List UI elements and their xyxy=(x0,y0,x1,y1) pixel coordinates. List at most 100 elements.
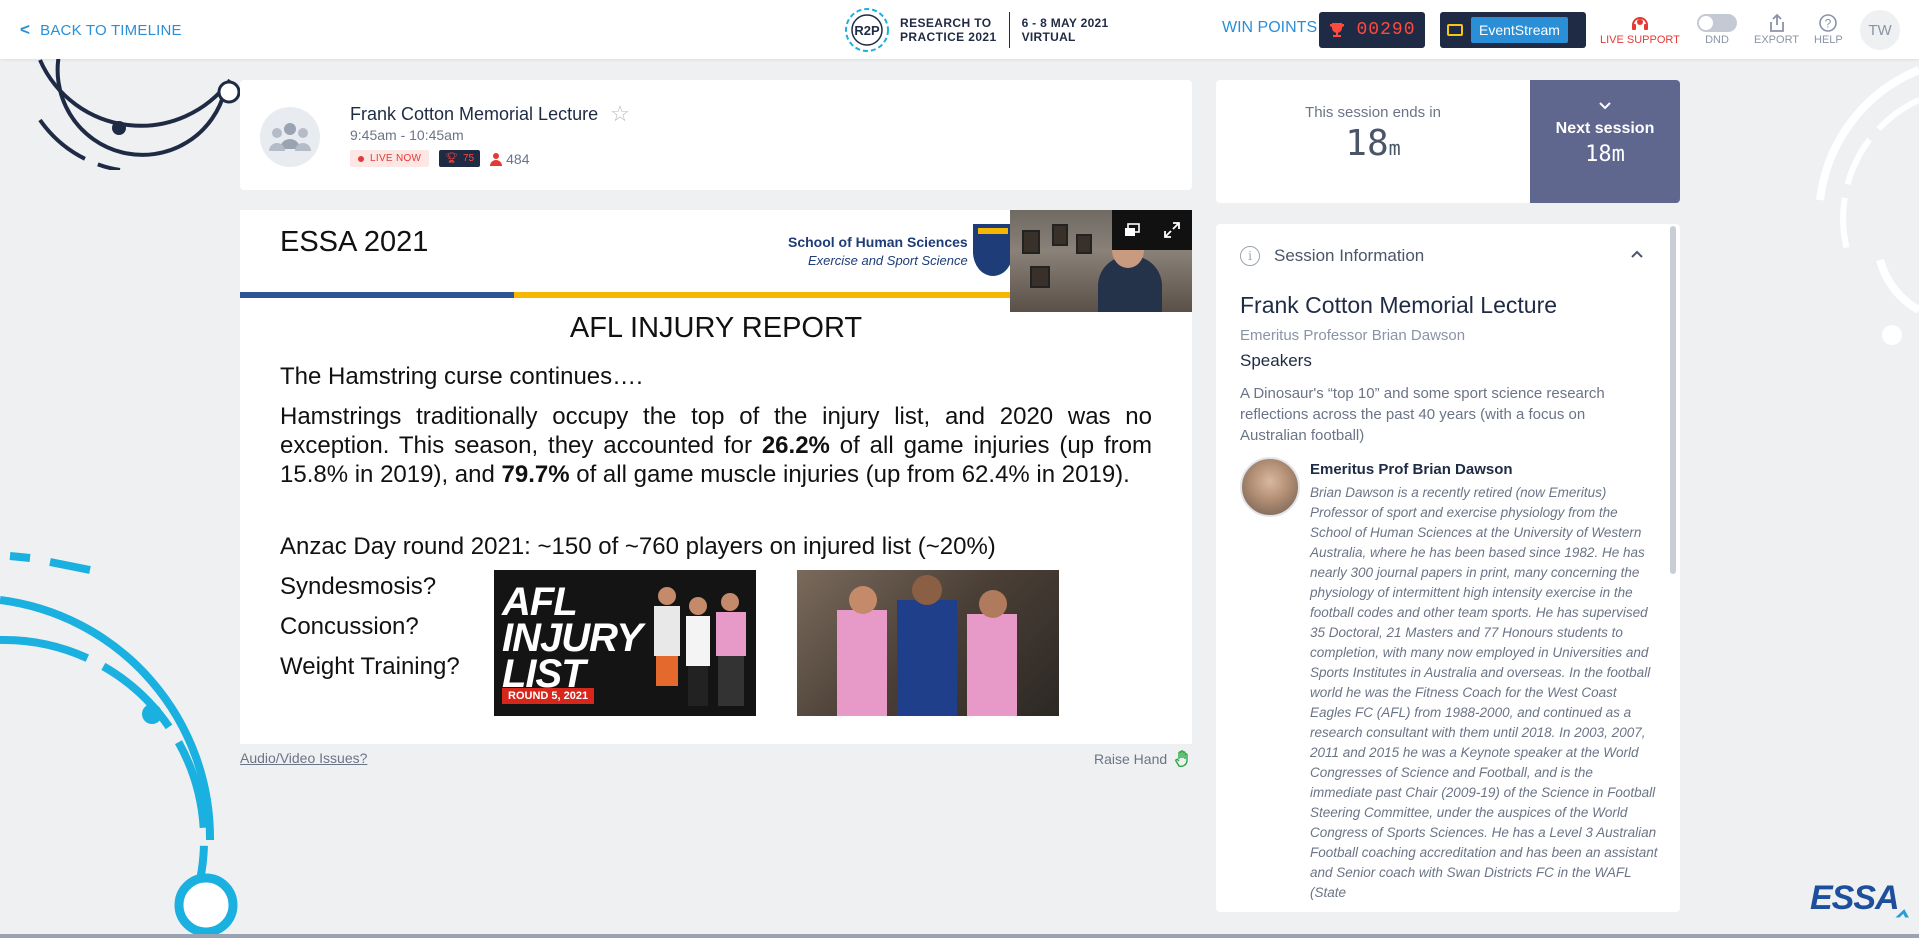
slide-line-3: Anzac Day round 2021: ~150 of ~760 playe… xyxy=(280,533,996,560)
info-icon: i xyxy=(1240,246,1260,266)
decorative-arcs-topleft xyxy=(38,49,241,170)
live-support-button[interactable]: LIVE SUPPORT xyxy=(1600,12,1680,46)
session-points-badge: 🏆︎ 75 xyxy=(439,150,481,167)
chevron-down-icon xyxy=(1530,98,1680,114)
live-now-badge: LIVE NOW xyxy=(350,150,430,167)
share-icon xyxy=(1768,12,1786,34)
session-description: A Dinosaur's “top 10” and some sport sci… xyxy=(1240,385,1605,444)
session-timer: This session ends in 18m xyxy=(1216,80,1530,203)
speaker-name[interactable]: Emeritus Prof Brian Dawson xyxy=(1310,461,1513,478)
favorite-star-icon[interactable]: ☆ xyxy=(610,101,630,127)
fullscreen-icon[interactable] xyxy=(1152,210,1192,250)
injured-player-photo xyxy=(797,570,1059,716)
slide-school-name: School of Human Sciences xyxy=(788,234,968,250)
img1-line1: AFL xyxy=(502,580,578,624)
chevron-left-icon: < xyxy=(20,20,31,39)
session-title: Frank Cotton Memorial Lecture xyxy=(350,103,599,124)
slide-org-title: ESSA 2021 xyxy=(280,226,429,258)
slide-bar-blue xyxy=(240,292,514,298)
session-info-header: i Session Information xyxy=(1240,246,1424,266)
essa-logo-text: ESSA xyxy=(1810,879,1900,917)
svg-text:?: ? xyxy=(1825,17,1832,31)
slide-para-e: of all game muscle injuries (up from 62.… xyxy=(569,461,1130,488)
next-session-number: 18 xyxy=(1585,142,1612,167)
eventstream-button[interactable]: EventStream xyxy=(1440,12,1586,48)
slide-department: Exercise and Sport Science xyxy=(808,253,968,268)
win-points-value: 00290 xyxy=(1356,20,1416,40)
slide-question-3: Weight Training? xyxy=(280,653,460,680)
essa-logo: ESSA‸ xyxy=(1810,878,1910,918)
win-points-button[interactable]: 00290 xyxy=(1319,12,1425,48)
rtp-logo-icon: R2P xyxy=(845,8,889,52)
session-ends-unit: m xyxy=(1388,136,1401,160)
slide-heading: AFL INJURY REPORT xyxy=(569,312,863,344)
hand-icon xyxy=(1175,750,1188,768)
pip-toggle-icon[interactable] xyxy=(1112,210,1152,250)
round-label: ROUND 5, 2021 xyxy=(502,688,595,704)
session-ends-value: 18m xyxy=(1216,123,1530,164)
trophy-icon: 🏆︎ xyxy=(445,153,458,164)
win-points-label: WIN POINTS xyxy=(1222,19,1318,36)
session-ends-number: 18 xyxy=(1345,123,1389,164)
event-brand: R2P RESEARCH TO PRACTICE 2021 6 - 8 MAY … xyxy=(842,6,1109,54)
slide-question-2: Concussion? xyxy=(280,613,419,640)
live-support-label: LIVE SUPPORT xyxy=(1600,34,1680,46)
bottom-border xyxy=(0,934,1919,938)
presentation-slide: ESSA 2021 School of Human Sciences Exerc… xyxy=(240,210,1192,744)
essa-logo-mark: ‸ xyxy=(1898,879,1910,917)
slide-school: School of Human Sciences Exercise and Sp… xyxy=(788,234,968,268)
session-title-row: Frank Cotton Memorial Lecture ☆ xyxy=(350,101,630,127)
session-info-panel: i Session Information Frank Cotton Memor… xyxy=(1216,224,1680,912)
brand-divider xyxy=(1008,12,1010,48)
info-session-title: Frank Cotton Memorial Lecture xyxy=(1240,292,1558,318)
back-to-timeline-link[interactable]: < BACK TO TIMELINE xyxy=(20,20,182,40)
afl-injury-list-image: AFL INJURY LIST ROUND 5, 2021 xyxy=(494,570,756,716)
info-scrollbar[interactable] xyxy=(1670,226,1676,574)
attendee-count-value: 484 xyxy=(506,150,530,167)
slide-line-1: The Hamstring curse continues…. xyxy=(280,363,643,390)
wall-frame xyxy=(1076,234,1092,254)
eventstream-icon xyxy=(1447,24,1463,36)
headset-icon xyxy=(1630,12,1650,34)
next-session-label: Next session xyxy=(1555,120,1655,137)
back-label: BACK TO TIMELINE xyxy=(40,21,182,39)
toggle-switch-icon xyxy=(1697,14,1737,32)
speaker-avatar[interactable] xyxy=(1240,457,1300,517)
dnd-label: DND xyxy=(1705,34,1729,46)
raise-hand-button[interactable]: Raise Hand xyxy=(1094,750,1191,768)
slide-paragraph: Hamstrings traditionally occupy the top … xyxy=(280,402,1152,489)
wall-frame xyxy=(1052,224,1068,246)
user-avatar[interactable]: TW xyxy=(1860,10,1900,50)
wall-frame xyxy=(1030,266,1050,288)
img1-line2: INJURY xyxy=(502,616,643,660)
wall-frame xyxy=(1022,230,1040,254)
av-issues-link[interactable]: Audio/Video Issues? xyxy=(240,750,367,766)
session-time: 9:45am - 10:45am xyxy=(350,127,464,143)
injured-player-illustration xyxy=(837,575,1017,716)
speaker-bio: Brian Dawson is a recently retired (now … xyxy=(1310,485,1658,900)
export-button[interactable]: EXPORT xyxy=(1754,12,1799,46)
brand-mode: VIRTUAL xyxy=(1021,30,1076,44)
dnd-toggle[interactable]: DND xyxy=(1697,12,1737,46)
help-icon: ? xyxy=(1818,12,1838,34)
session-points-value: 75 xyxy=(463,153,475,164)
chevron-up-icon[interactable] xyxy=(1630,246,1644,262)
slide-bar-gold xyxy=(514,292,1019,298)
help-button[interactable]: ? HELP xyxy=(1814,12,1843,46)
session-badges: LIVE NOW 🏆︎ 75 484 xyxy=(350,150,529,167)
live-now-label: LIVE NOW xyxy=(370,153,422,164)
next-session-button[interactable]: Next session 18m xyxy=(1530,80,1680,203)
slide-para-stat-1: 26.2% xyxy=(761,432,830,459)
raise-hand-label: Raise Hand xyxy=(1094,751,1168,767)
info-presenter: Emeritus Professor Brian Dawson xyxy=(1240,327,1466,344)
slide-para-stat-2: 79.7% xyxy=(501,461,570,488)
brand-date: 6 - 8 MAY 2021 xyxy=(1021,16,1109,30)
session-info-heading: Session Information xyxy=(1274,246,1425,265)
live-dot-icon xyxy=(358,155,364,162)
brand-line2: PRACTICE 2021 xyxy=(900,30,997,44)
next-session-value: 18m xyxy=(1530,142,1680,167)
afl-injury-list-text: AFL INJURY LIST xyxy=(502,580,643,694)
speakers-heading: Speakers xyxy=(1240,351,1312,370)
session-header-card: Frank Cotton Memorial Lecture ☆ 9:45am -… xyxy=(240,80,1192,190)
top-bar: < BACK TO TIMELINE R2P RESEARCH TO PRACT… xyxy=(0,0,1919,59)
